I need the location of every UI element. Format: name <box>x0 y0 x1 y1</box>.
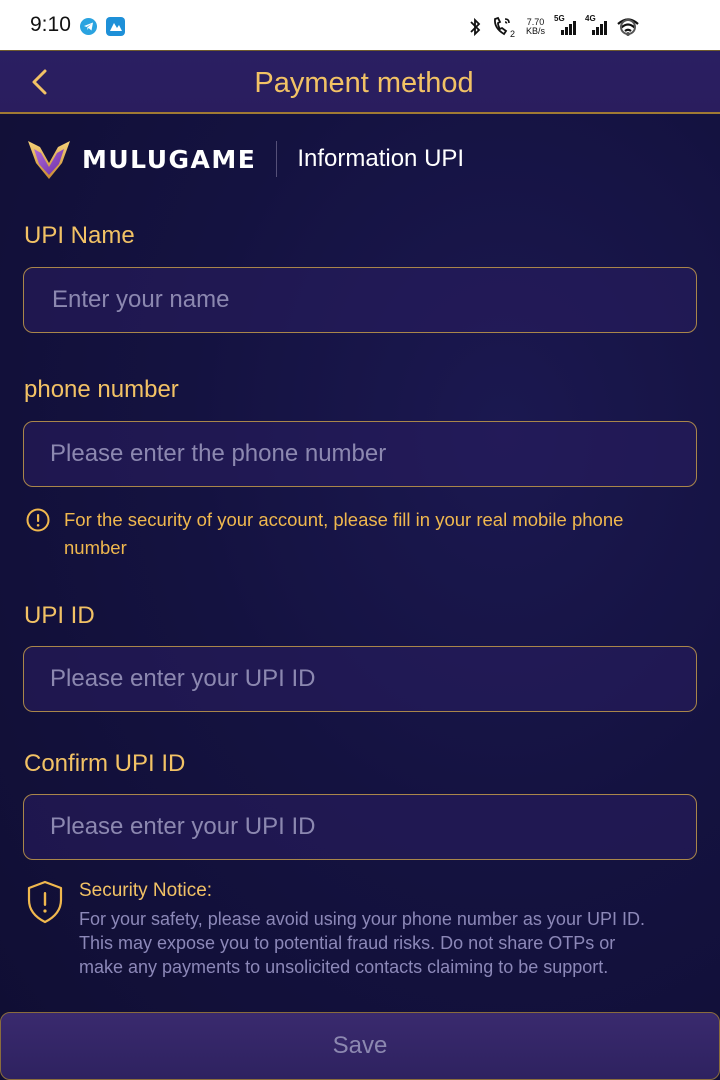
exclamation-circle-icon <box>26 508 50 532</box>
save-button[interactable]: Save <box>0 1012 720 1080</box>
security-notice-body: For your safety, please avoid using your… <box>79 909 645 977</box>
brand-name: MULUGAME <box>82 144 257 174</box>
brand-divider <box>276 141 278 177</box>
call-sim-number: 2 <box>510 29 515 38</box>
status-indicators: 2 7.70 KB/s 5G 4G <box>468 14 640 40</box>
status-bar: 9:10 2 7.70 KB/s 5G 4G <box>0 0 720 50</box>
phone-number-label: phone number <box>24 376 179 403</box>
mulugame-logo-icon <box>28 141 70 179</box>
page-title: Payment method <box>254 67 474 99</box>
section-subtitle: Information UPI <box>297 145 465 172</box>
signal-icon-sim2: 4G <box>585 14 607 38</box>
battery-icon <box>620 19 636 35</box>
upi-name-label: UPI Name <box>24 222 135 249</box>
upi-id-input[interactable] <box>23 646 697 712</box>
telegram-icon <box>80 18 97 35</box>
network-speed: 7.70 KB/s <box>526 18 545 36</box>
security-notice-title: Security Notice: <box>79 880 213 901</box>
app-header: Payment method <box>0 50 720 114</box>
bluetooth-icon <box>470 17 481 37</box>
app-notification-icon <box>106 17 125 36</box>
signal-icon-sim1: 5G <box>554 14 576 38</box>
phone-number-input[interactable] <box>23 421 697 487</box>
phone-hint-text: For the security of your account, please… <box>64 509 624 558</box>
confirm-upi-id-label: Confirm UPI ID <box>24 750 186 777</box>
shield-alert-icon <box>27 880 63 924</box>
confirm-upi-id-input[interactable] <box>23 794 697 860</box>
network-speed-unit: KB/s <box>525 26 545 36</box>
upi-name-input[interactable] <box>23 267 697 333</box>
status-time: 9:10 <box>30 13 71 36</box>
wifi-calling-icon: 2 <box>494 16 515 38</box>
brand-row: MULUGAME Information UPI <box>26 136 464 182</box>
upi-id-label: UPI ID <box>24 602 95 629</box>
